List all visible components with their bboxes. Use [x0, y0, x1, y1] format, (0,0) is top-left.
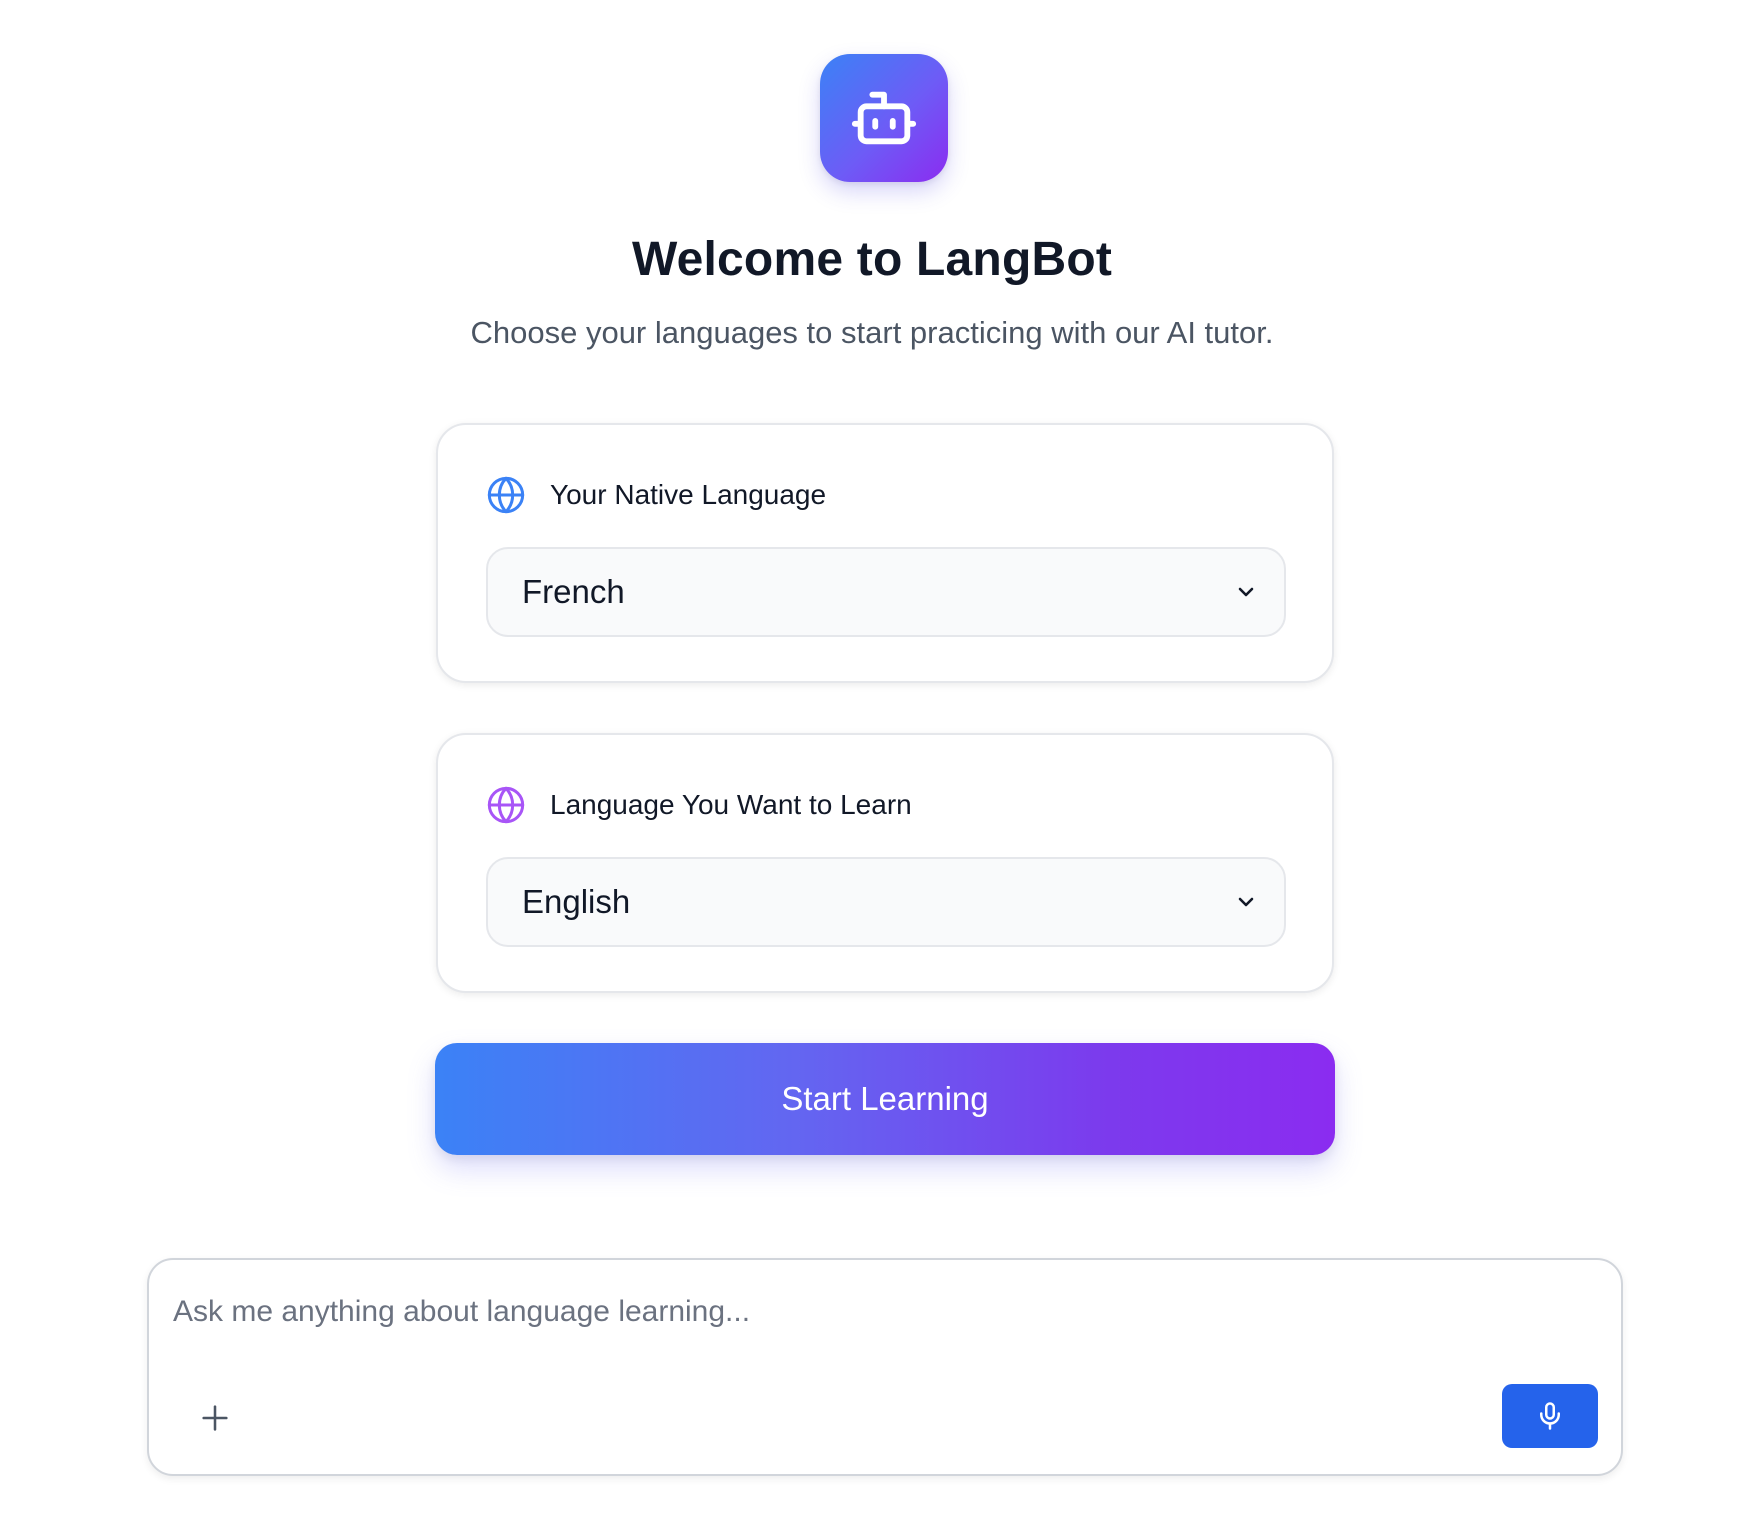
welcome-page: Welcome to LangBot Choose your languages… — [0, 0, 1744, 1532]
langbot-logo — [820, 54, 948, 182]
chevron-down-icon — [1238, 897, 1254, 907]
plus-icon — [202, 1405, 228, 1431]
globe-icon — [487, 786, 525, 824]
chat-input[interactable] — [173, 1282, 1593, 1342]
target-language-label: Language You Want to Learn — [550, 789, 912, 820]
page-subtitle: Choose your languages to start practicin… — [470, 315, 1274, 350]
target-language-card: Language You Want to Learn English — [436, 733, 1334, 993]
page-title: Welcome to LangBot — [631, 233, 1113, 286]
microphone-icon — [1540, 1402, 1560, 1430]
target-language-label-row: Language You Want to Learn — [486, 785, 912, 825]
globe-icon — [487, 476, 525, 514]
native-language-select[interactable]: French — [486, 547, 1286, 637]
native-language-card: Your Native Language French — [436, 423, 1334, 683]
native-language-label-row: Your Native Language — [486, 475, 826, 515]
start-learning-button[interactable]: Start Learning — [435, 1043, 1335, 1155]
add-attachment-button[interactable] — [189, 1392, 241, 1444]
voice-input-button[interactable] — [1502, 1384, 1598, 1448]
target-language-value: English — [522, 883, 631, 920]
native-language-value: French — [522, 573, 625, 610]
chat-composer — [147, 1258, 1623, 1476]
native-language-label: Your Native Language — [550, 479, 827, 510]
target-language-select[interactable]: English — [486, 857, 1286, 947]
chevron-down-icon — [1238, 587, 1254, 597]
bot-icon — [851, 91, 917, 145]
